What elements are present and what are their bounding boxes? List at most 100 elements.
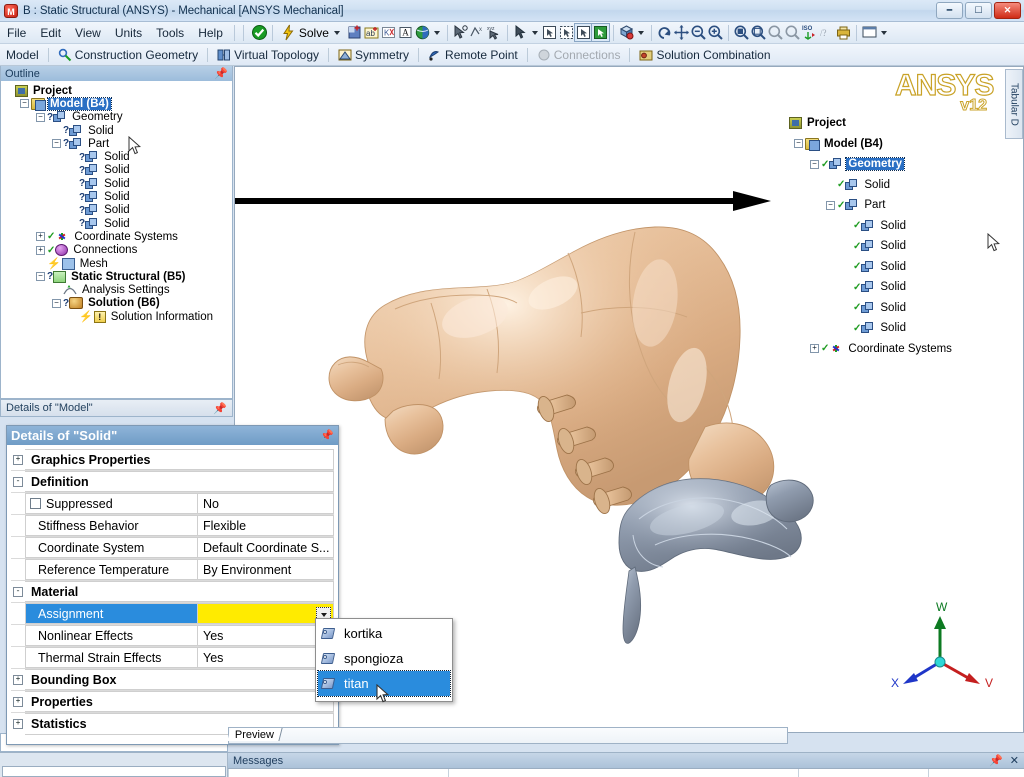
collapse-expander[interactable]: - xyxy=(13,476,23,487)
chevron-down-icon[interactable] xyxy=(637,30,644,35)
annotation-text-icon[interactable]: A xyxy=(397,24,414,41)
toolbar-construction-geometry[interactable]: Construction Geometry xyxy=(52,47,204,63)
expand-expander[interactable]: + xyxy=(810,344,819,354)
close-button[interactable]: ✕ xyxy=(994,2,1021,19)
expand-expander[interactable]: + xyxy=(13,696,23,707)
tree-node[interactable]: + ✓ Coordinate Systems xyxy=(4,230,232,243)
box-zoom-icon[interactable] xyxy=(733,24,750,41)
rotate-view-icon[interactable] xyxy=(618,24,635,41)
tree-node[interactable]: ✓ Solid xyxy=(778,318,1023,339)
tree-node[interactable]: ? Solid xyxy=(4,204,232,217)
minimize-button[interactable]: ━ xyxy=(936,2,963,19)
collapse-expander[interactable]: − xyxy=(36,272,45,282)
toolbar-remote-point[interactable]: Remote Point xyxy=(422,47,524,63)
details-category-row[interactable]: + Bounding Box xyxy=(11,669,334,691)
toolbar-model[interactable]: Model xyxy=(0,47,45,63)
expand-expander[interactable]: + xyxy=(36,245,45,255)
tree-node[interactable]: ✓ Solid xyxy=(778,298,1023,319)
details-property-name[interactable]: Reference Temperature xyxy=(25,559,197,580)
expand-expander[interactable]: + xyxy=(13,719,23,729)
select-faces-icon[interactable] xyxy=(573,23,593,42)
collapse-expander[interactable]: - xyxy=(13,586,23,597)
chevron-down-icon[interactable] xyxy=(333,30,340,35)
tree-node[interactable]: − Model (B4) xyxy=(4,96,232,111)
details-property-row[interactable]: Suppressed No xyxy=(11,493,334,515)
tree-node[interactable]: −? Static Structural (B5) xyxy=(4,270,232,283)
tree-node[interactable]: −? Geometry xyxy=(4,111,232,124)
toolbar-connections[interactable]: Connections xyxy=(531,47,627,63)
solve-button[interactable]: Solve xyxy=(277,23,346,42)
tree-node[interactable]: ? Solid xyxy=(4,177,232,190)
details-category-row[interactable]: - Definition xyxy=(11,471,334,493)
tree-node[interactable]: − Model (B4) xyxy=(778,134,1023,155)
collapse-expander[interactable]: − xyxy=(36,112,45,122)
tree-node[interactable]: ? Solid xyxy=(4,150,232,163)
close-icon[interactable]: ✕ xyxy=(1010,755,1019,767)
tree-node[interactable]: ? Solid xyxy=(4,124,232,137)
tree-node[interactable]: + ✓ Coordinate Systems xyxy=(778,339,1023,360)
details-property-name[interactable]: Coordinate System xyxy=(25,537,197,558)
edge-coloring-icon[interactable]: xyz xyxy=(486,24,503,41)
iso-view-icon[interactable]: ISO xyxy=(801,24,818,41)
tree-node[interactable]: ✓ Solid xyxy=(778,216,1023,237)
tree-node[interactable]: Project xyxy=(4,84,232,97)
undo-rotate-icon[interactable] xyxy=(656,24,673,41)
toolbar-symmetry[interactable]: Symmetry xyxy=(332,47,415,63)
chevron-down-icon[interactable] xyxy=(880,30,887,35)
details-category-row[interactable]: + Graphics Properties xyxy=(11,449,334,471)
details-property-row[interactable]: Stiffness Behavior Flexible xyxy=(11,515,334,537)
check-circle-icon[interactable] xyxy=(251,24,268,41)
wireframe-icon[interactable]: x xyxy=(469,24,486,41)
zoom-to-fit-icon[interactable] xyxy=(750,24,767,41)
select-mode-icon[interactable] xyxy=(512,24,529,41)
material-assignment-dropdown[interactable]: kortika spongioza titan xyxy=(315,618,453,702)
details-category-row[interactable]: - Material xyxy=(11,581,334,603)
collapse-expander[interactable]: − xyxy=(52,139,61,149)
magnifier-b-icon[interactable] xyxy=(784,24,801,41)
details-property-name[interactable]: Nonlinear Effects xyxy=(25,625,197,646)
dropdown-option-kortika[interactable]: kortika xyxy=(318,621,450,646)
dropdown-option-spongioza[interactable]: spongioza xyxy=(318,646,450,671)
details-property-value[interactable]: Yes xyxy=(197,625,334,646)
tree-node[interactable]: − ✓ Geometry xyxy=(778,154,1023,175)
details-property-name[interactable]: Assignment xyxy=(25,603,197,624)
maximize-button[interactable]: ☐ xyxy=(965,2,992,19)
tree-node[interactable]: Analysis Settings xyxy=(4,283,232,296)
parameter-icon[interactable]: K xyxy=(380,24,397,41)
menu-edit[interactable]: Edit xyxy=(33,24,68,42)
details-property-value[interactable]: Default Coordinate S... xyxy=(197,537,334,558)
graphics-model-tree[interactable]: Project − Model (B4) − ✓ Geometry ✓ Solid − ✓ Part… xyxy=(775,110,1023,360)
pin-icon[interactable]: 📌 xyxy=(320,429,334,442)
chevron-down-icon[interactable] xyxy=(433,30,440,35)
pin-icon[interactable]: 📌 xyxy=(213,402,227,415)
dropdown-option-titan[interactable]: titan xyxy=(317,670,451,697)
details-property-row[interactable]: Reference Temperature By Environment xyxy=(11,559,334,581)
print-preview-icon[interactable] xyxy=(835,24,852,41)
new-analysis-icon[interactable] xyxy=(346,24,363,41)
tree-node[interactable]: ? Solid xyxy=(4,217,232,230)
tree-node[interactable]: ✓ Solid xyxy=(778,175,1023,196)
details-property-value[interactable]: By Environment xyxy=(197,559,334,580)
tree-node[interactable]: −? Solution (B6) xyxy=(4,297,232,310)
menu-units[interactable]: Units xyxy=(108,24,149,42)
tree-node[interactable]: ✓ Solid xyxy=(778,277,1023,298)
details-property-value[interactable]: Yes xyxy=(197,647,334,668)
magnifier-a-icon[interactable] xyxy=(767,24,784,41)
details-category-row[interactable]: + Properties xyxy=(11,691,334,713)
details-property-row[interactable]: Thermal Strain Effects Yes xyxy=(11,647,334,669)
chevron-down-icon[interactable] xyxy=(531,30,538,35)
details-property-row[interactable]: Coordinate System Default Coordinate S... xyxy=(11,537,334,559)
pin-icon[interactable]: 📌 xyxy=(214,67,228,80)
details-property-value[interactable]: No xyxy=(197,493,334,514)
tree-node[interactable]: ✓ Solid xyxy=(778,236,1023,257)
expand-expander[interactable]: + xyxy=(13,674,23,685)
collapse-expander[interactable]: − xyxy=(826,200,835,210)
tree-node[interactable]: − ✓ Part xyxy=(778,195,1023,216)
show-vertices-icon[interactable] xyxy=(452,24,469,41)
details-property-row[interactable]: Assignment xyxy=(11,603,334,625)
toolbar-virtual-topology[interactable]: Virtual Topology xyxy=(211,47,325,63)
tree-node[interactable]: + ✓ Connections xyxy=(4,244,232,257)
details-property-name[interactable]: Stiffness Behavior xyxy=(25,515,197,536)
tab-preview[interactable]: Preview xyxy=(227,728,283,741)
collapse-expander[interactable]: − xyxy=(810,159,819,169)
